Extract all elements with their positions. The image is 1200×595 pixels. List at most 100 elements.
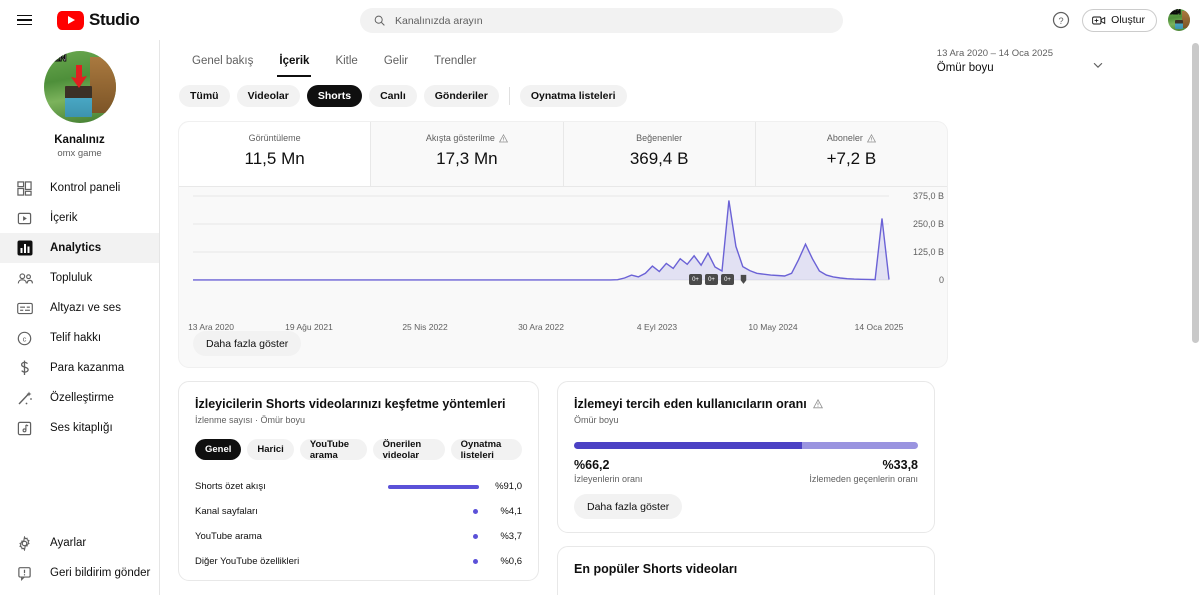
avatar[interactable]: BEN <box>1168 9 1190 31</box>
help-circle-icon[interactable]: ? <box>1051 10 1071 30</box>
sidebar-item-copyright[interactable]: c Telif hakkı <box>0 323 159 353</box>
sidebar-item-label: İçerik <box>50 212 78 224</box>
sidebar-item-content[interactable]: İçerik <box>0 203 159 233</box>
ratio-card-subtitle: Ömür boyu <box>574 415 619 425</box>
sidebar-item-audio-library[interactable]: Ses kitaplığı <box>0 413 159 443</box>
chart-pin-marker[interactable] <box>737 274 749 285</box>
sidebar-item-dashboard[interactable]: Kontrol paneli <box>0 173 159 203</box>
magic-wand-icon <box>16 390 33 407</box>
chart-video-marker[interactable]: 0+ <box>705 274 718 285</box>
chip-shorts[interactable]: Shorts <box>306 85 363 107</box>
chip-playlists[interactable]: Oynatma listeleri <box>519 85 627 107</box>
chart-y-tick: 250,0 B <box>912 219 944 229</box>
sidebar-item-community[interactable]: Topluluk <box>0 263 159 293</box>
music-note-icon <box>16 420 33 437</box>
table-row[interactable]: YouTube arama %3,7 <box>195 524 522 549</box>
sidebar-item-settings[interactable]: Ayarlar <box>0 528 159 558</box>
tab-audience[interactable]: Kitle <box>322 55 370 77</box>
metric-views[interactable]: Görüntüleme 11,5 Mn <box>179 122 372 186</box>
chart-y-tick: 375,0 B <box>912 191 944 201</box>
metric-impressions[interactable]: Akışta gösterilme 17,3 Mn <box>371 122 564 186</box>
chart-annotation-markers: 0+ 0+ 0+ <box>689 274 749 285</box>
sidebar-item-subtitles[interactable]: Altyazı ve ses <box>0 293 159 323</box>
chip-live[interactable]: Canlı <box>369 85 417 107</box>
tab-revenue[interactable]: Gelir <box>371 55 421 77</box>
tab-content[interactable]: İçerik <box>266 55 322 77</box>
discovery-source-list: Shorts özet akışı %91,0 Kanal sayfaları %4,… <box>195 474 522 574</box>
sidebar-item-label: Analytics <box>50 242 102 254</box>
show-more-button[interactable]: Daha fazla göster <box>193 331 302 356</box>
source-value: %3,7 <box>500 531 522 542</box>
sidebar-item-label: Kontrol paneli <box>50 182 121 194</box>
chip-videos[interactable]: Videolar <box>236 85 300 107</box>
search-placeholder: Kanalınızda arayın <box>395 14 483 27</box>
sidebar-item-label: Altyazı ve ses <box>50 302 121 314</box>
metric-subscribers[interactable]: Aboneler +7,2 B <box>756 122 947 186</box>
sidebar-item-analytics[interactable]: Analytics <box>0 233 159 263</box>
sidebar-item-label: Özelleştirme <box>50 392 114 404</box>
gear-icon <box>16 535 33 552</box>
metric-likes[interactable]: Beğenenler 369,4 B <box>564 122 756 186</box>
chart-x-tick: 30 Ara 2022 <box>518 322 564 332</box>
sidebar-item-monetization[interactable]: Para kazanma <box>0 353 159 383</box>
source-name: Kanal sayfaları <box>195 506 258 517</box>
source-dot <box>473 509 478 514</box>
source-name: Shorts özet akışı <box>195 481 266 492</box>
chart-video-marker[interactable]: 0+ <box>689 274 702 285</box>
table-row[interactable]: Shorts özet akışı %91,0 <box>195 474 522 499</box>
chart-video-marker[interactable]: 0+ <box>721 274 734 285</box>
sidebar-item-label: Telif hakkı <box>50 332 102 344</box>
sidebar-item-label: Topluluk <box>50 272 93 284</box>
chart-x-tick: 4 Eyl 2023 <box>636 322 678 332</box>
search-icon <box>374 15 385 26</box>
discovery-chip-youtube-search[interactable]: YouTube arama <box>299 439 367 461</box>
chip-all[interactable]: Tümü <box>179 85 230 107</box>
tab-trends[interactable]: Trendler <box>421 55 489 77</box>
table-row[interactable]: Kanal sayfaları %4,1 <box>195 499 522 524</box>
subtitles-icon <box>16 300 33 317</box>
discovery-chip-external[interactable]: Harici <box>247 439 294 460</box>
sidebar-item-label: Para kazanma <box>50 362 125 374</box>
dashboard-icon <box>16 180 33 197</box>
views-chart[interactable]: 375,0 B 250,0 B 125,0 B0 13 Ara 2020 19 Ağu… <box>179 188 949 332</box>
source-bar-wrap <box>395 559 486 564</box>
source-bar-wrap <box>395 509 486 514</box>
chart-x-tick: 14 Oca 2025 <box>854 322 904 332</box>
search-input[interactable]: Kanalınızda arayın <box>360 8 843 33</box>
page-scrollbar[interactable] <box>1192 43 1199 343</box>
ratio-card-title-text: İzlemeyi tercih eden kullanıcıların oran… <box>574 397 807 411</box>
hamburger-icon[interactable] <box>4 0 44 40</box>
date-range-selector[interactable]: 13 Ara 2020 – 14 Oca 2025 Ömür boyu <box>937 48 1105 74</box>
ratio-show-more-button[interactable]: Daha fazla göster <box>574 494 683 519</box>
ratio-card-title: İzlemeyi tercih eden kullanıcıların oran… <box>574 397 918 411</box>
chart-y-tick: 125,0 B <box>912 247 944 257</box>
create-button[interactable]: Oluştur <box>1082 8 1157 32</box>
feedback-icon <box>16 565 33 582</box>
ratio-card-footer: Daha fazla göster <box>574 494 683 519</box>
date-range-preset: Ömür boyu <box>936 62 994 74</box>
chevron-down-icon <box>1093 62 1103 69</box>
community-people-icon <box>16 270 33 287</box>
camera-plus-icon <box>1092 16 1106 24</box>
warning-triangle-icon <box>812 399 823 409</box>
chart-x-tick: 10 May 2024 <box>748 322 798 332</box>
channel-avatar[interactable]: BEN <box>43 51 116 123</box>
sidebar-item-customization[interactable]: Özelleştirme <box>0 383 159 413</box>
discovery-chip-playlists[interactable]: Oynatma listeleri <box>450 439 522 461</box>
avatar-text: BEN <box>1168 9 1181 16</box>
sidebar-item-feedback[interactable]: Geri bildirim gönder <box>0 558 159 588</box>
channel-avatar-text: BEN <box>46 52 67 64</box>
create-button-label: Oluştur <box>1111 14 1145 26</box>
ratio-right: %33,8 İzlemeden geçenlerin oranı <box>809 458 918 484</box>
table-row[interactable]: Diğer YouTube özellikleri %0,6 <box>195 549 522 574</box>
tab-overview[interactable]: Genel bakış <box>179 55 266 77</box>
source-value: %91,0 <box>495 481 522 492</box>
discovery-chip-suggested[interactable]: Önerilen videolar <box>372 439 445 461</box>
metric-label: Beğenenler <box>636 133 683 143</box>
chip-posts[interactable]: Gönderiler <box>423 85 499 107</box>
discovery-chip-general[interactable]: Genel <box>195 439 242 460</box>
analytics-bars-icon <box>16 240 33 257</box>
discovery-card: İzleyicilerin Shorts videolarınızı keşfe… <box>178 381 539 581</box>
studio-logo[interactable]: Studio <box>57 10 140 30</box>
watch-ratio-card: İzlemeyi tercih eden kullanıcıların oran… <box>557 381 935 533</box>
